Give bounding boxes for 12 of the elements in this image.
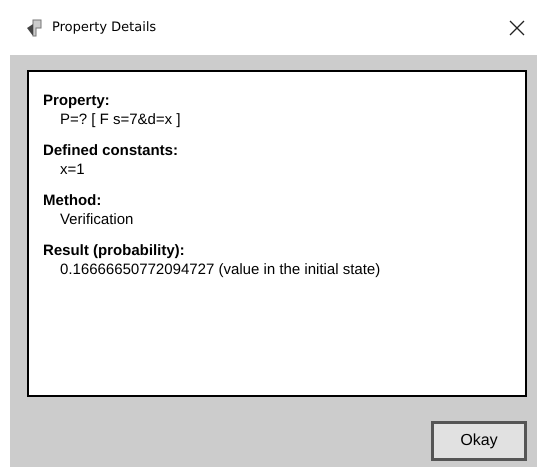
section-heading: Method: xyxy=(43,192,102,209)
section-heading: Result (probability): xyxy=(43,242,186,259)
section-value: x=1 xyxy=(59,161,86,178)
section-value: 0.16666650772094727 (value in the initial state) xyxy=(59,261,382,278)
window-title: Property Details xyxy=(52,20,158,35)
section-value: Verification xyxy=(59,211,134,228)
section-heading: Defined constants: xyxy=(43,142,180,159)
okay-button[interactable]: Okay xyxy=(431,421,527,461)
app-logo-icon xyxy=(26,18,44,38)
section-heading: Property: xyxy=(43,92,111,109)
close-icon[interactable] xyxy=(509,20,525,36)
section-value: P=? [ F s=7&d=x ] xyxy=(59,111,182,128)
